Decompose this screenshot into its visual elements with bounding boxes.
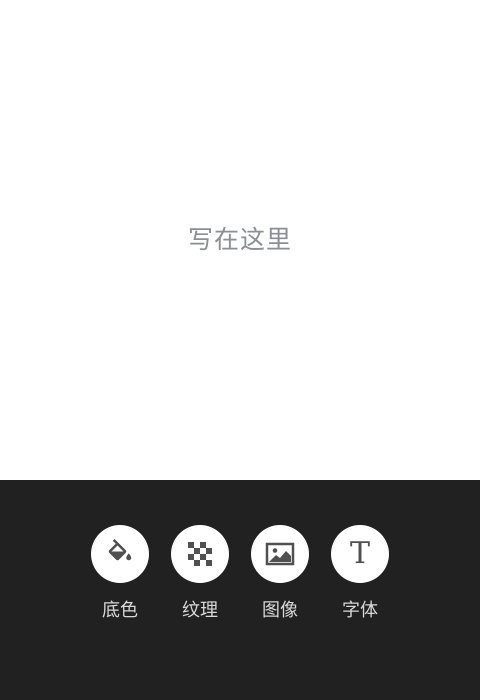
bottom-toolbar: 底色 纹理 图像 T 字体 [0, 480, 480, 700]
tool-background-color[interactable]: 底色 [80, 525, 160, 622]
tool-image[interactable]: 图像 [240, 525, 320, 622]
font-icon: T [349, 536, 370, 571]
tool-texture[interactable]: 纹理 [160, 525, 240, 622]
background-color-label: 底色 [102, 600, 138, 621]
font-button[interactable]: T [331, 525, 389, 583]
paint-bucket-icon [108, 539, 132, 561]
texture-label: 纹理 [182, 600, 218, 621]
tool-list: 底色 纹理 图像 T 字体 [80, 525, 400, 622]
tool-font[interactable]: T 字体 [320, 525, 400, 622]
image-label: 图像 [262, 600, 298, 621]
image-button[interactable] [251, 525, 309, 583]
checker-pattern-icon [188, 542, 212, 566]
font-label: 字体 [342, 600, 378, 621]
text-canvas[interactable]: 写在这里 [0, 0, 480, 480]
background-color-button[interactable] [91, 525, 149, 583]
placeholder-text[interactable]: 写在这里 [188, 220, 292, 256]
image-icon [265, 542, 295, 566]
texture-button[interactable] [171, 525, 229, 583]
